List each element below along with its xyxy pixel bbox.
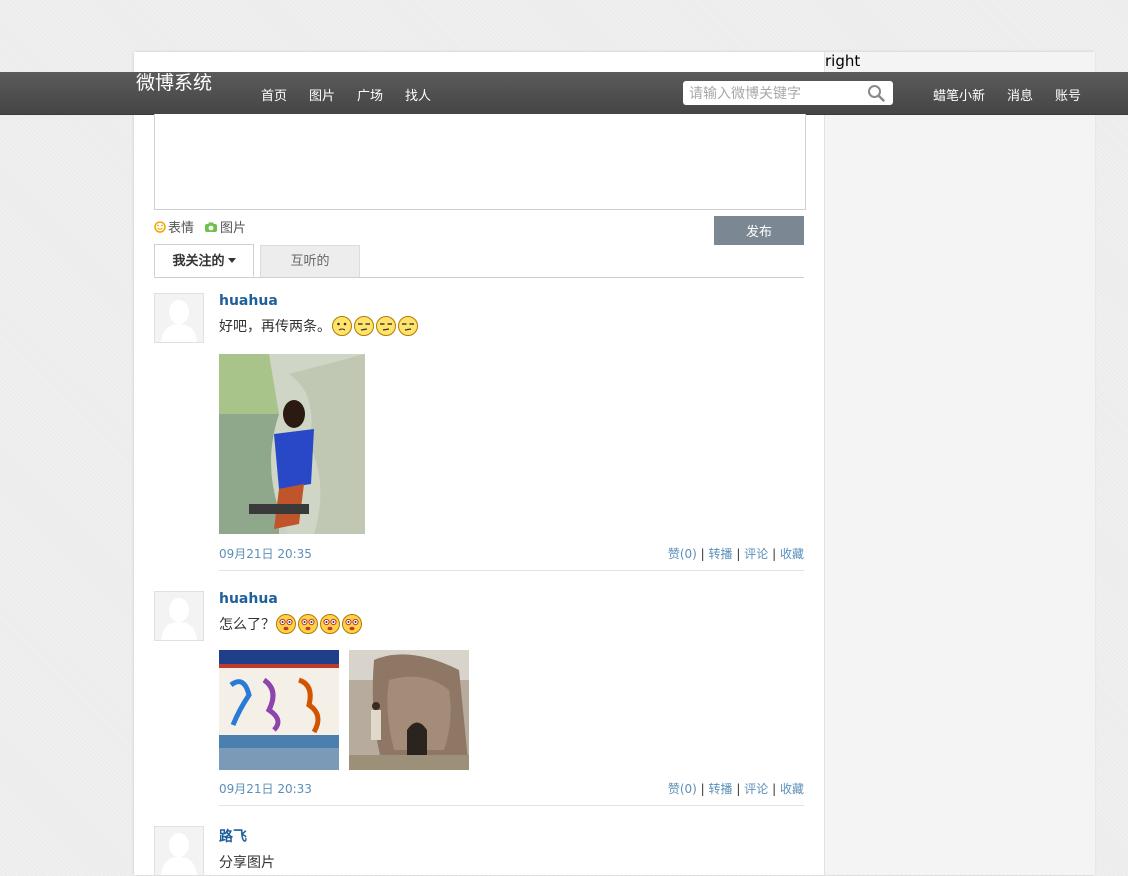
repost-button[interactable]: 转播 (709, 782, 733, 796)
default-avatar-icon (155, 592, 203, 640)
search-icon[interactable] (867, 84, 885, 102)
search-input[interactable] (687, 83, 861, 105)
feed-tabs: 我关注的 互听的 (154, 244, 804, 278)
speechless-emoji-icon (376, 316, 396, 336)
post-text: 好吧，再传两条。 (219, 315, 419, 337)
caret-down-icon (227, 258, 236, 263)
user-nav: 蜡笔小新 消息 账号 (933, 85, 1103, 104)
like-button[interactable]: 赞(0) (668, 782, 697, 796)
post-actions: 赞(0) | 转播 | 评论 | 收藏 (668, 780, 804, 797)
emoji-tool[interactable]: 表情 (154, 217, 194, 236)
dizzy-emoji-icon (298, 614, 318, 634)
emoji-tool-label: 表情 (168, 221, 195, 236)
post-username[interactable]: huahua (219, 591, 278, 607)
post-username[interactable]: huahua (219, 293, 278, 309)
publish-button[interactable]: 发布 (714, 216, 804, 245)
nav-account[interactable]: 账号 (1055, 85, 1081, 104)
comment-button[interactable]: 评论 (744, 782, 768, 796)
speechless-emoji-icon (354, 316, 374, 336)
post-photo[interactable] (219, 650, 339, 770)
avatar[interactable] (154, 293, 204, 343)
compose-toolbar: 表情 图片 (154, 217, 256, 236)
action-separator: | (736, 547, 741, 561)
feed-post: huahua 怎么了？ 09月21日 20:33 赞(0) | 转播 | 评论 … (154, 591, 804, 811)
feed-post: 路飞 分享图片 (154, 826, 804, 876)
post-divider (219, 570, 804, 571)
repost-button[interactable]: 转播 (709, 547, 733, 561)
top-navbar: 微博系统 首页 图片 广场 找人 蜡笔小新 消息 账号 (0, 72, 1128, 115)
favorite-button[interactable]: 收藏 (780, 782, 804, 796)
smiley-icon (154, 220, 166, 233)
nav-find-people[interactable]: 找人 (405, 85, 431, 104)
post-timestamp: 09月21日 20:35 (219, 547, 312, 561)
post-text: 分享图片 (219, 852, 275, 872)
nav-pictures[interactable]: 图片 (309, 85, 335, 104)
dizzy-emoji-icon (320, 614, 340, 634)
post-username[interactable]: 路飞 (219, 826, 247, 846)
nav-messages[interactable]: 消息 (1007, 85, 1033, 104)
image-tool[interactable]: 图片 (204, 217, 246, 236)
action-separator: | (700, 782, 705, 796)
action-separator: | (772, 547, 777, 561)
comment-button[interactable]: 评论 (744, 547, 768, 561)
tab-following[interactable]: 我关注的 (154, 244, 254, 277)
nav-square[interactable]: 广场 (357, 85, 383, 104)
thinking-emoji-icon (332, 316, 352, 336)
favorite-button[interactable]: 收藏 (780, 547, 804, 561)
avatar[interactable] (154, 826, 204, 876)
camera-icon (205, 222, 218, 232)
like-button[interactable]: 赞(0) (668, 547, 697, 561)
tab-mutual[interactable]: 互听的 (260, 245, 360, 277)
post-text: 怎么了？ (219, 613, 363, 635)
brand-logo[interactable]: 微博系统 (136, 73, 212, 93)
action-separator: | (736, 782, 741, 796)
main-nav: 首页 图片 广场 找人 (261, 85, 453, 104)
image-tool-label: 图片 (220, 221, 247, 236)
action-separator: | (772, 782, 777, 796)
default-avatar-icon (155, 294, 203, 342)
compose-textarea[interactable] (154, 114, 806, 210)
right-sidebar (824, 52, 1095, 875)
post-text-content: 好吧，再传两条。 (219, 319, 331, 335)
post-actions: 赞(0) | 转播 | 评论 | 收藏 (668, 545, 804, 562)
dizzy-emoji-icon (276, 614, 296, 634)
speechless-emoji-icon (398, 316, 418, 336)
post-divider (219, 805, 804, 806)
right-placeholder-label: right (825, 52, 861, 70)
search-box (683, 81, 893, 105)
nav-username[interactable]: 蜡笔小新 (933, 85, 985, 104)
post-text-content: 怎么了？ (219, 617, 275, 633)
tab-following-label: 我关注的 (172, 254, 225, 269)
default-avatar-icon (155, 827, 203, 875)
feed-post: huahua 好吧，再传两条。 09月21日 20:35 赞(0) | 转播 |… (154, 293, 804, 573)
avatar[interactable] (154, 591, 204, 641)
nav-home[interactable]: 首页 (261, 85, 287, 104)
post-timestamp: 09月21日 20:33 (219, 782, 312, 796)
dizzy-emoji-icon (342, 614, 362, 634)
action-separator: | (700, 547, 705, 561)
post-photo[interactable] (349, 650, 469, 770)
post-photo[interactable] (219, 354, 365, 534)
post-text-content: 分享图片 (219, 855, 275, 871)
